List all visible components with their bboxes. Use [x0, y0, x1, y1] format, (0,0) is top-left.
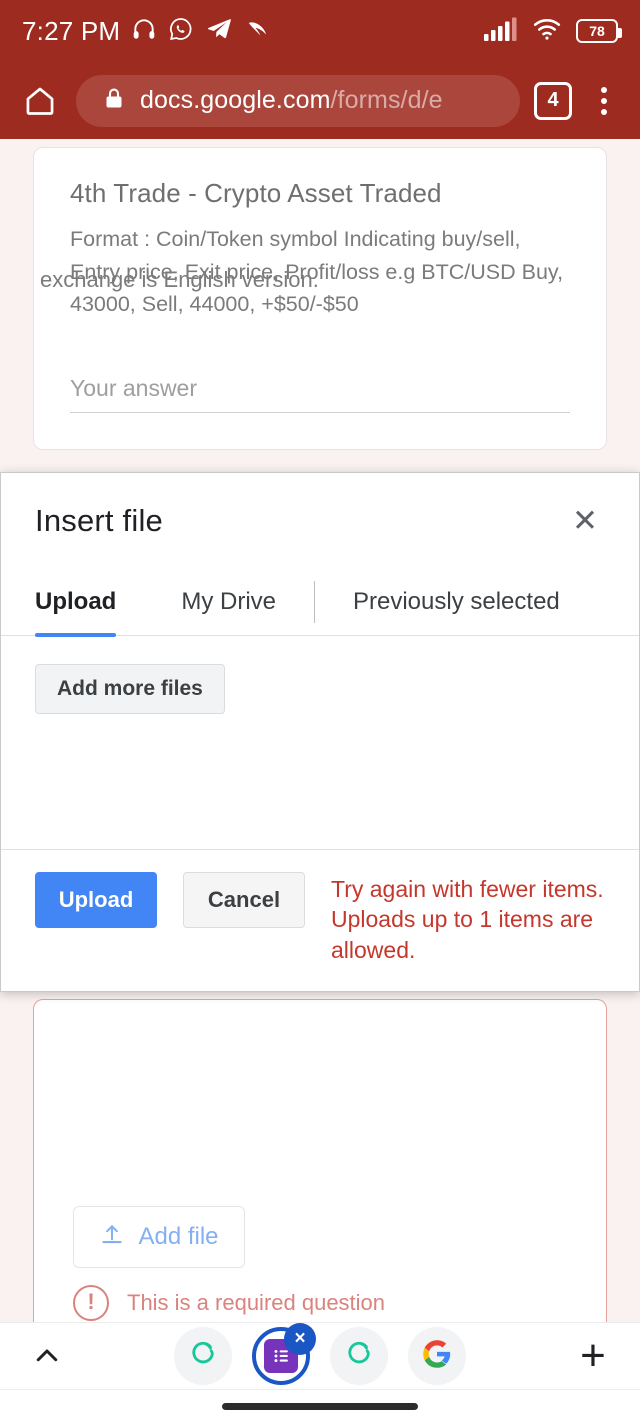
tab-icons: ×: [70, 1323, 570, 1385]
add-file-button[interactable]: Add file: [73, 1206, 245, 1268]
upload-icon: [99, 1222, 125, 1253]
tab-google-forms[interactable]: ×: [252, 1323, 316, 1385]
gesture-nav-bar: [0, 1390, 640, 1422]
whatsapp-icon: [168, 16, 194, 47]
question-title: 4th Trade - Crypto Asset Traded: [70, 178, 442, 208]
lock-icon: [102, 86, 126, 115]
required-question-error: ! This is a required question: [73, 1285, 385, 1321]
home-icon[interactable]: [18, 79, 62, 123]
url-domain: docs.google.com: [140, 86, 331, 114]
battery-icon: 78: [576, 19, 622, 43]
status-bar: 7:27 PM 78: [0, 0, 640, 62]
question-card-trade: 4th Trade - Crypto Asset Traded Format :…: [33, 147, 607, 451]
dialog-tabs: Upload My Drive Previously selected: [1, 569, 639, 637]
tab-close-icon[interactable]: ×: [284, 1323, 316, 1355]
gesture-handle[interactable]: [222, 1402, 418, 1410]
phone-screen: 7:27 PM 78 docs.google.com/forms/d/e 4 4…: [0, 0, 640, 1422]
green-swirl-icon: [343, 1338, 375, 1375]
browser-toolbar: docs.google.com/forms/d/e 4: [0, 62, 640, 139]
tab-separator: [314, 581, 315, 623]
google-g-icon: [422, 1339, 452, 1374]
answer-placeholder: Your answer: [70, 375, 198, 402]
question-card-file-upload: [33, 999, 607, 1322]
tab-green-app-2[interactable]: [330, 1327, 388, 1385]
battery-level: 78: [589, 23, 605, 39]
upload-button[interactable]: Upload: [35, 871, 157, 928]
tab-my-drive[interactable]: My Drive: [181, 569, 276, 635]
tab-count-button[interactable]: 4: [534, 81, 572, 120]
answer-underline: [70, 412, 570, 414]
dialog-body: Add more files: [1, 636, 639, 849]
tab-previously-selected[interactable]: Previously selected: [353, 569, 560, 635]
upload-error-message: Try again with fewer items. Uploads up t…: [331, 875, 604, 963]
cancel-button[interactable]: Cancel: [183, 871, 305, 928]
status-bar-right: 78: [484, 17, 622, 46]
telegram-icon: [205, 16, 233, 47]
new-tab-icon[interactable]: +: [570, 1331, 616, 1380]
chevron-up-icon[interactable]: [24, 1333, 70, 1379]
signal-icon: [484, 17, 518, 46]
status-time: 7:27 PM: [22, 15, 121, 46]
tab-google[interactable]: [408, 1327, 466, 1385]
green-swirl-icon: [187, 1338, 219, 1375]
dialog-header: Insert file ✕: [1, 473, 639, 569]
required-error-text: This is a required question: [127, 1290, 386, 1315]
telenor-icon: [244, 16, 272, 47]
dialog-title: Insert file: [35, 503, 163, 538]
headphones-icon: [131, 16, 157, 47]
wifi-icon: [531, 17, 563, 46]
add-more-files-button[interactable]: Add more files: [35, 664, 225, 714]
insert-file-dialog: Insert file ✕ Upload My Drive Previously…: [0, 472, 640, 992]
error-exclamation-icon: !: [73, 1285, 109, 1321]
answer-input[interactable]: Your answer: [70, 375, 570, 414]
close-icon[interactable]: ✕: [565, 501, 605, 541]
tab-upload[interactable]: Upload: [35, 569, 117, 637]
question-description-cut: exchange is English version.: [40, 267, 319, 292]
dialog-footer: Upload Cancel Try again with fewer items…: [1, 848, 639, 991]
tab-green-app-1[interactable]: [174, 1327, 232, 1385]
kebab-menu-icon[interactable]: [586, 79, 622, 123]
add-file-label: Add file: [138, 1223, 219, 1250]
url-path: /forms/d/e: [330, 86, 443, 114]
status-bar-left: 7:27 PM: [22, 16, 272, 47]
url-text: docs.google.com/forms/d/e: [140, 86, 443, 115]
url-bar[interactable]: docs.google.com/forms/d/e: [76, 74, 520, 127]
browser-tab-strip: × +: [0, 1322, 640, 1390]
